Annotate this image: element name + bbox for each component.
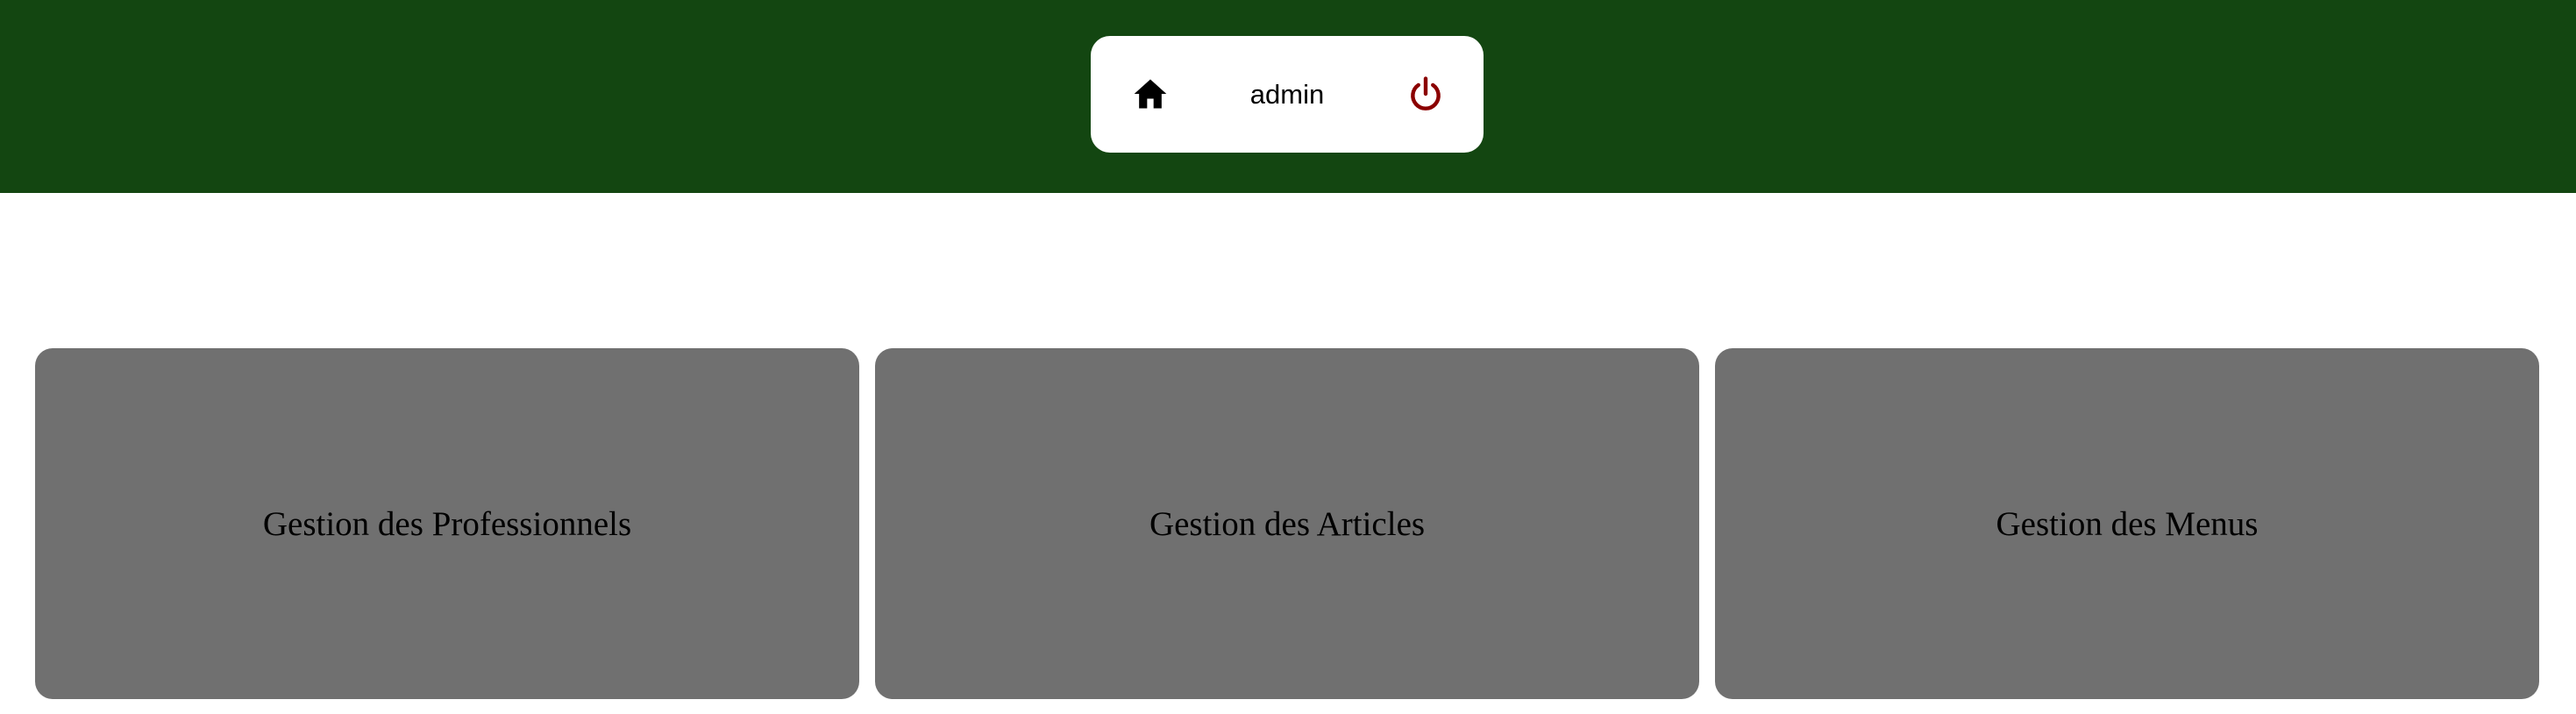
header-bar: admin: [0, 0, 2576, 193]
nav-pill: admin: [1091, 36, 1484, 153]
card-gestion-professionnels[interactable]: Gestion des Professionnels: [35, 348, 859, 699]
card-label: Gestion des Professionnels: [262, 504, 632, 543]
power-icon[interactable]: [1406, 75, 1445, 113]
card-gestion-menus[interactable]: Gestion des Menus: [1715, 348, 2539, 699]
card-label: Gestion des Menus: [1996, 504, 2259, 543]
card-label: Gestion des Articles: [1149, 504, 1426, 543]
card-gestion-articles[interactable]: Gestion des Articles: [875, 348, 1699, 699]
